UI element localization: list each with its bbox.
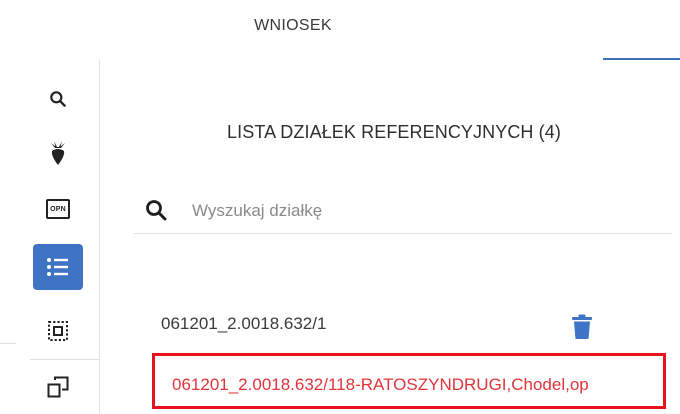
list-title: LISTA DZIAŁEK REFERENCYJNYCH (4)	[227, 122, 561, 142]
copy-windows-icon	[47, 376, 69, 398]
left-toolbar: OPN	[0, 60, 100, 414]
beet-icon	[51, 141, 65, 165]
search-button[interactable]	[33, 76, 83, 122]
copy-windows-button[interactable]	[33, 364, 83, 410]
select-area-icon	[48, 321, 68, 341]
trash-icon	[572, 314, 592, 339]
parcel-list-panel: LISTA DZIAŁEK REFERENCYJNYCH (4) 061201_…	[101, 60, 680, 414]
search-input[interactable]	[192, 196, 652, 226]
search-icon	[50, 91, 66, 107]
select-area-button[interactable]	[33, 308, 83, 354]
list-icon	[47, 258, 68, 276]
crops-button[interactable]	[33, 130, 83, 176]
delete-parcel-button[interactable]	[571, 314, 595, 342]
top-tab-bar: WNIOSEK	[0, 0, 680, 60]
rail-divider	[0, 343, 16, 344]
opn-icon: OPN	[46, 199, 70, 219]
opn-button[interactable]: OPN	[33, 186, 83, 232]
parcel-list-button[interactable]	[33, 244, 83, 290]
parcel-row-error[interactable]: 061201_2.0018.632/118-RATOSZYNDRUGI,Chod…	[172, 373, 589, 397]
parcel-row[interactable]: 061201_2.0018.632/1	[161, 312, 601, 336]
rail-divider	[30, 359, 100, 360]
parcel-search-field	[134, 188, 672, 234]
search-icon	[146, 200, 167, 221]
tab-wniosek[interactable]: WNIOSEK	[238, 14, 348, 38]
app-root: WNIOSEK OPN LISTA DZIAŁEK REFERENCYJNYCH…	[0, 0, 680, 414]
opn-icon-label: OPN	[50, 205, 66, 213]
highlighted-parcel-box: 061201_2.0018.632/118-RATOSZYNDRUGI,Chod…	[152, 353, 666, 409]
